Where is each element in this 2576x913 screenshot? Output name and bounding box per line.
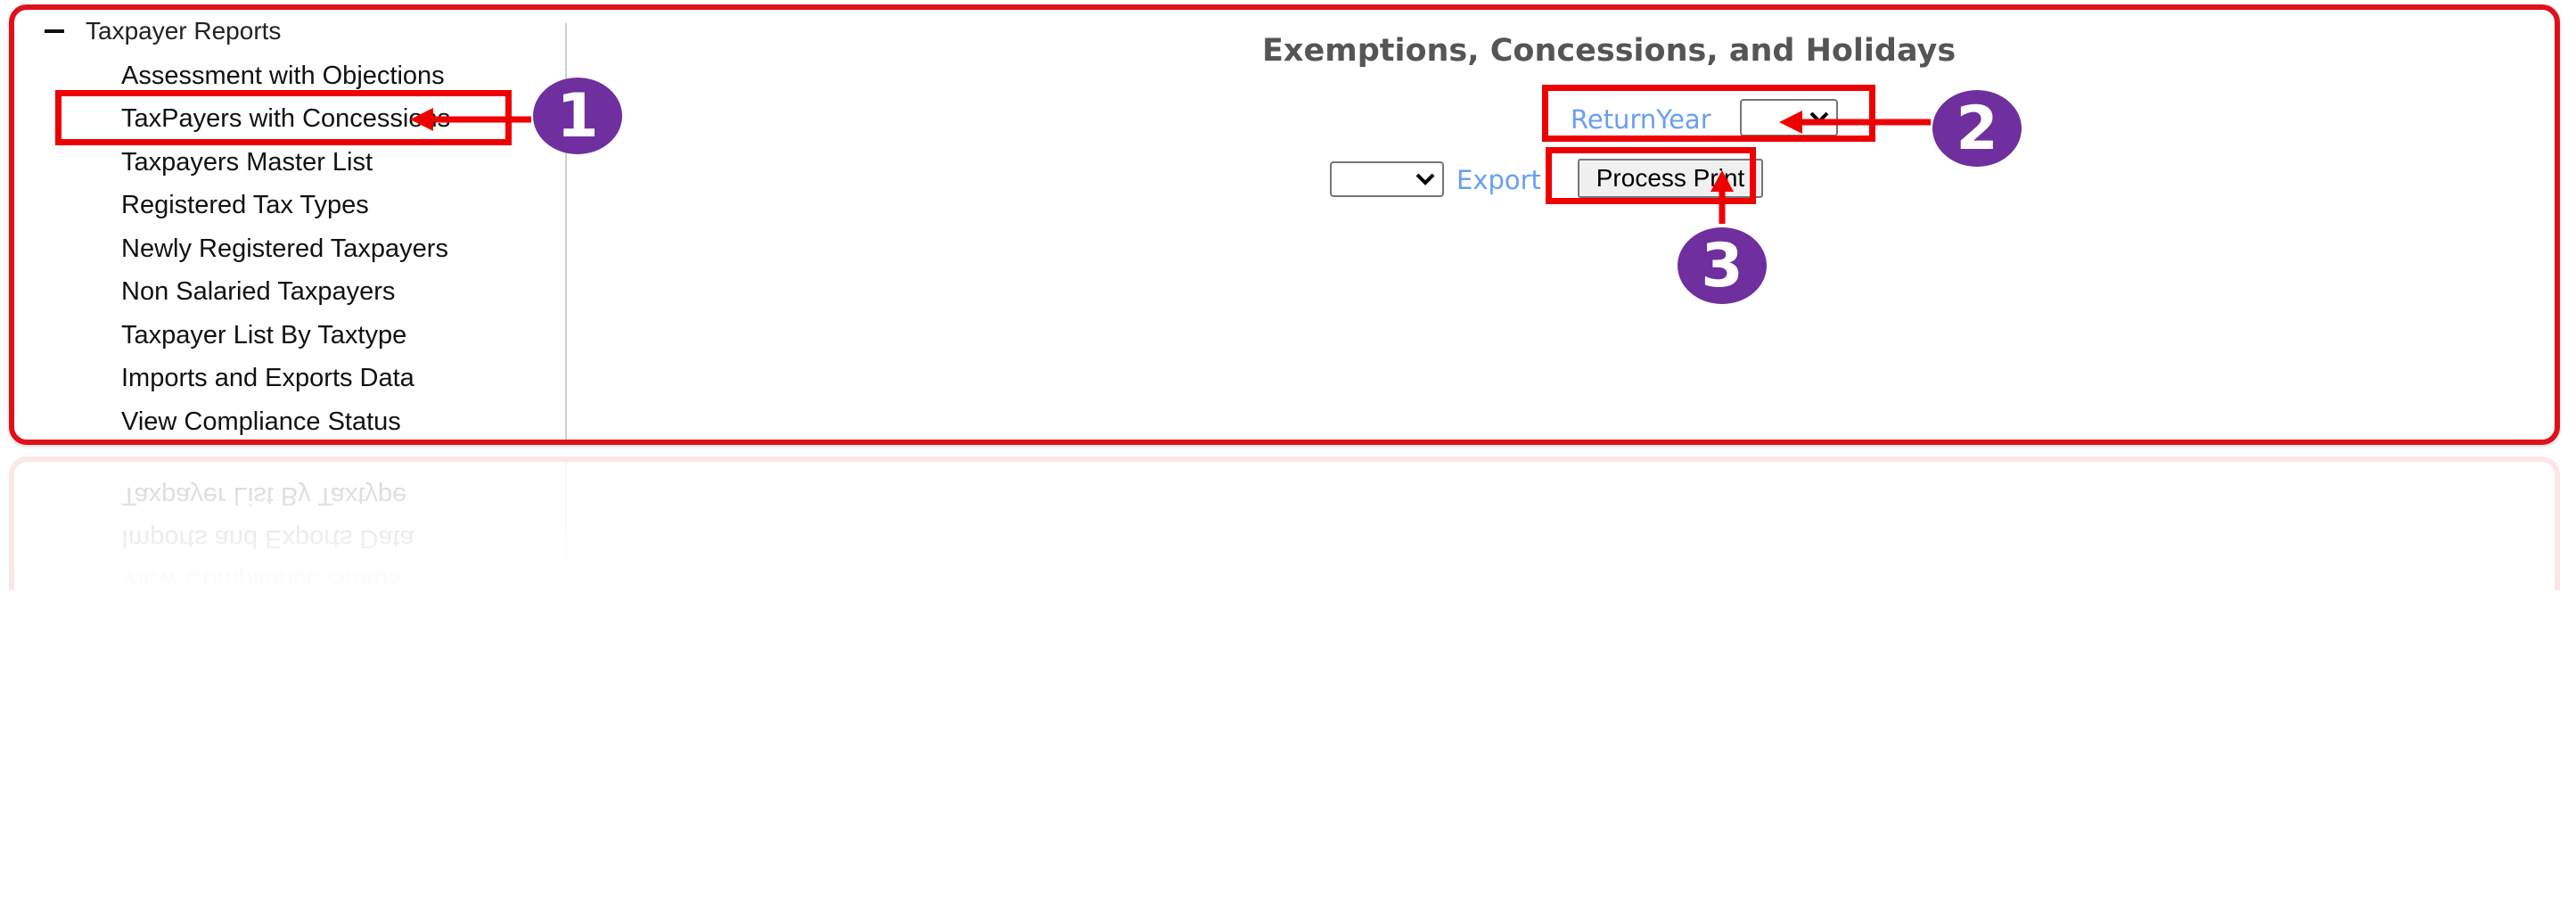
app-window: Taxpayer Reports Assessment with Objecti… [9, 4, 2560, 445]
reflection-item-view-compliance-status: View Compliance Status [121, 567, 401, 590]
reflection-divider [565, 462, 567, 590]
step-badge-3: 3 [1678, 227, 1767, 304]
arrow-step3 [1710, 170, 1734, 224]
reflection-item-taxpayer-list-by-taxtype: Taxpayer List By Taxtype [121, 481, 407, 510]
annotation-arrows [410, 108, 1931, 224]
arrow-step2 [1779, 111, 1931, 134]
reflection-item-imports-and-exports-data: Imports and Exports Data [121, 524, 414, 553]
arrow-step1 [410, 108, 531, 131]
frame-reflection: View Compliance Status Imports and Expor… [9, 456, 2560, 590]
step-badge-1: 1 [533, 78, 622, 154]
step-badge-2: 2 [1932, 90, 2022, 167]
